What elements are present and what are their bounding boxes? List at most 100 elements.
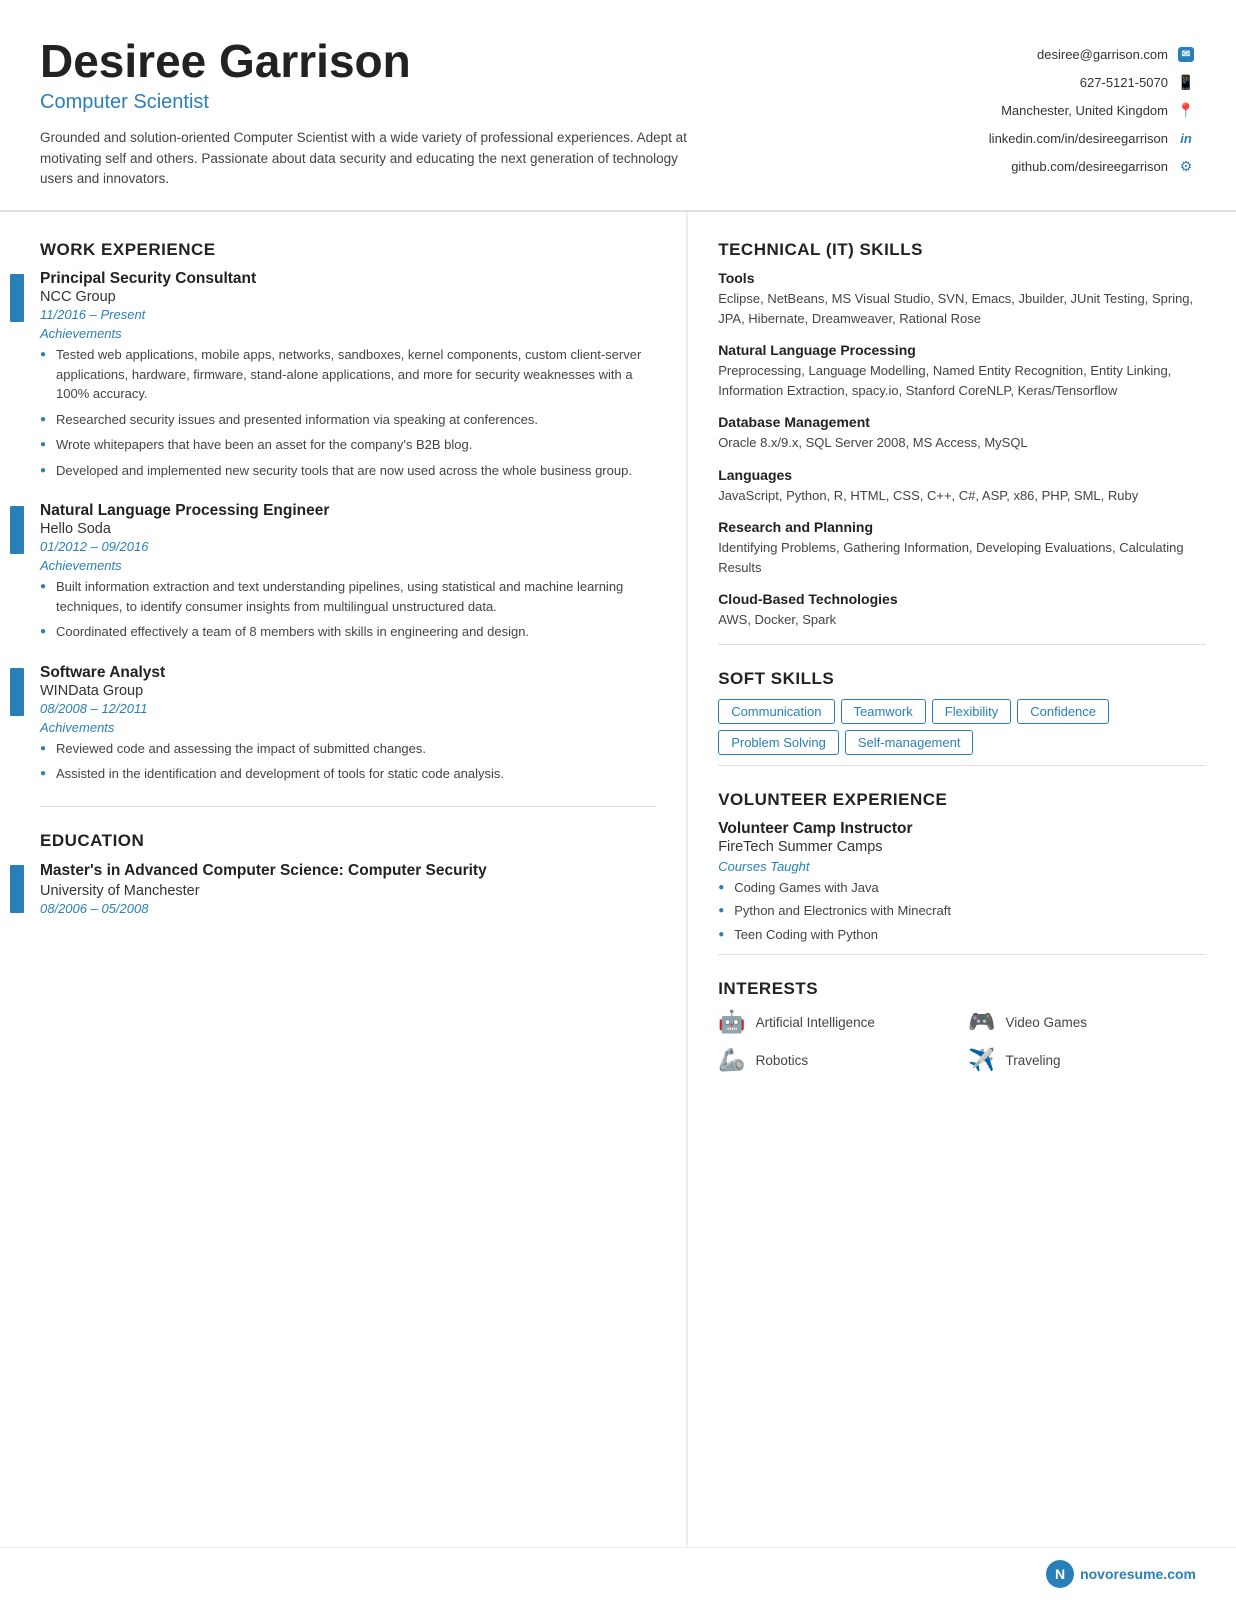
- education-title: EDUCATION: [40, 831, 656, 851]
- job-bullet-1-1: Tested web applications, mobile apps, ne…: [40, 345, 656, 404]
- vol-courses: Coding Games with Java Python and Electr…: [718, 878, 1206, 945]
- vol-course-1: Python and Electronics with Minecraft: [718, 901, 1206, 921]
- skill-nlp-title: Natural Language Processing: [718, 342, 1206, 358]
- job-subtitle-2: Achievements: [40, 558, 656, 573]
- main-content: WORK EXPERIENCE Principal Security Consu…: [0, 212, 1236, 1547]
- header-left: Desiree Garrison Computer Scientist Grou…: [40, 36, 750, 190]
- job-block-3: Software Analyst WINData Group 08/2008 –…: [40, 664, 656, 784]
- skill-lang-title: Languages: [718, 467, 1206, 483]
- vol-course-0: Coding Games with Java: [718, 878, 1206, 898]
- interests-grid: 🤖 Artificial Intelligence 🎮 Video Games …: [718, 1009, 1206, 1073]
- interest-3-label: Traveling: [1006, 1053, 1061, 1068]
- contact-location-value: Manchester, United Kingdom: [1001, 103, 1168, 118]
- vol-org: FireTech Summer Camps: [718, 839, 1206, 855]
- candidate-summary: Grounded and solution-oriented Computer …: [40, 128, 710, 191]
- interest-0: 🤖 Artificial Intelligence: [718, 1009, 956, 1035]
- soft-skills-title: SOFT SKILLS: [718, 669, 1206, 689]
- skill-tools-title: Tools: [718, 270, 1206, 286]
- soft-skills-grid: Communication Teamwork Flexibility Confi…: [718, 699, 1206, 755]
- soft-skill-1: Teamwork: [841, 699, 926, 724]
- contact-email-value: desiree@garrison.com: [1037, 47, 1168, 62]
- technical-skills-title: TECHNICAL (IT) SKILLS: [718, 240, 1206, 260]
- job-bullets-3: Reviewed code and assessing the impact o…: [40, 739, 656, 784]
- volunteer-block: Volunteer Camp Instructor FireTech Summe…: [718, 820, 1206, 945]
- interest-1: 🎮 Video Games: [968, 1009, 1206, 1035]
- interest-0-label: Artificial Intelligence: [756, 1015, 875, 1030]
- job-dates-2: 01/2012 – 09/2016: [40, 539, 656, 554]
- interest-2: 🦾 Robotics: [718, 1047, 956, 1073]
- linkedin-icon: in: [1176, 128, 1196, 148]
- footer-logo-letter: N: [1055, 1566, 1065, 1582]
- footer: N novoresume.com: [0, 1547, 1236, 1600]
- skill-db-title: Database Management: [718, 414, 1206, 430]
- job-subtitle-1: Achievements: [40, 326, 656, 341]
- job-dates-3: 08/2008 – 12/2011: [40, 701, 656, 716]
- divider-vol: [718, 765, 1206, 766]
- job-subtitle-3: Achivements: [40, 720, 656, 735]
- job-bullet-1-3: Wrote whitepapers that have been an asse…: [40, 435, 656, 455]
- candidate-name: Desiree Garrison: [40, 36, 710, 87]
- skill-cloud: Cloud-Based Technologies AWS, Docker, Sp…: [718, 591, 1206, 630]
- header: Desiree Garrison Computer Scientist Grou…: [0, 0, 1236, 212]
- job-block-2: Natural Language Processing Engineer Hel…: [40, 502, 656, 642]
- skill-nlp-text: Preprocessing, Language Modelling, Named…: [718, 361, 1206, 400]
- edu-dates: 08/2006 – 05/2008: [40, 901, 656, 916]
- footer-brand: N novoresume.com: [1046, 1560, 1196, 1588]
- job-company-1: NCC Group: [40, 289, 656, 305]
- divider-edu: [40, 806, 656, 807]
- contact-phone-value: 627-5121-5070: [1080, 75, 1168, 90]
- contact-phone: 627-5121-5070 📱: [1080, 72, 1196, 92]
- edu-school: University of Manchester: [40, 883, 656, 899]
- soft-skill-0: Communication: [718, 699, 834, 724]
- left-column: WORK EXPERIENCE Principal Security Consu…: [0, 212, 688, 1547]
- job-title-1: Principal Security Consultant: [40, 270, 656, 288]
- skill-tools: Tools Eclipse, NetBeans, MS Visual Studi…: [718, 270, 1206, 328]
- resume-page: Desiree Garrison Computer Scientist Grou…: [0, 0, 1236, 1600]
- edu-degree: Master's in Advanced Computer Science: C…: [40, 861, 656, 881]
- soft-skill-4: Problem Solving: [718, 730, 839, 755]
- job-dates-1: 11/2016 – Present: [40, 307, 656, 322]
- interests-title: INTERESTS: [718, 979, 1206, 999]
- contact-github-value: github.com/desireegarrison: [1011, 159, 1168, 174]
- skill-research-title: Research and Planning: [718, 519, 1206, 535]
- volunteer-title: VOLUNTEER EXPERIENCE: [718, 790, 1206, 810]
- contact-linkedin: linkedin.com/in/desireegarrison in: [989, 128, 1196, 148]
- education-block: Master's in Advanced Computer Science: C…: [40, 861, 656, 916]
- vol-subtitle: Courses Taught: [718, 859, 1206, 874]
- github-icon: ⚙: [1176, 156, 1196, 176]
- job-title-2: Natural Language Processing Engineer: [40, 502, 656, 520]
- interest-3: ✈️ Traveling: [968, 1047, 1206, 1073]
- location-icon: 📍: [1176, 100, 1196, 120]
- job-bullets-1: Tested web applications, mobile apps, ne…: [40, 345, 656, 480]
- skill-research: Research and Planning Identifying Proble…: [718, 519, 1206, 577]
- job-bullet-1-2: Researched security issues and presented…: [40, 410, 656, 430]
- contact-linkedin-value: linkedin.com/in/desireegarrison: [989, 131, 1168, 146]
- divider-interests: [718, 954, 1206, 955]
- job-bullet-3-2: Assisted in the identification and devel…: [40, 764, 656, 784]
- right-column: TECHNICAL (IT) SKILLS Tools Eclipse, Net…: [688, 212, 1236, 1547]
- candidate-title: Computer Scientist: [40, 91, 710, 114]
- job-bullet-2-1: Built information extraction and text un…: [40, 577, 656, 616]
- interest-1-label: Video Games: [1006, 1015, 1088, 1030]
- job-bullets-2: Built information extraction and text un…: [40, 577, 656, 642]
- interest-2-label: Robotics: [756, 1053, 809, 1068]
- skill-tools-text: Eclipse, NetBeans, MS Visual Studio, SVN…: [718, 289, 1206, 328]
- skill-lang-text: JavaScript, Python, R, HTML, CSS, C++, C…: [718, 486, 1206, 506]
- job-title-3: Software Analyst: [40, 664, 656, 682]
- phone-icon: 📱: [1176, 72, 1196, 92]
- contact-location: Manchester, United Kingdom 📍: [1001, 100, 1196, 120]
- soft-skill-5: Self-management: [845, 730, 974, 755]
- gaming-icon: 🎮: [968, 1009, 995, 1035]
- contact-email: desiree@garrison.com ✉: [1037, 44, 1196, 64]
- job-company-3: WINData Group: [40, 683, 656, 699]
- soft-skill-2: Flexibility: [932, 699, 1011, 724]
- skill-nlp: Natural Language Processing Preprocessin…: [718, 342, 1206, 400]
- job-bullet-3-1: Reviewed code and assessing the impact o…: [40, 739, 656, 759]
- job-company-2: Hello Soda: [40, 521, 656, 537]
- contact-github: github.com/desireegarrison ⚙: [1011, 156, 1196, 176]
- work-experience-title: WORK EXPERIENCE: [40, 240, 656, 260]
- job-block-1: Principal Security Consultant NCC Group …: [40, 270, 656, 480]
- vol-course-2: Teen Coding with Python: [718, 925, 1206, 945]
- footer-brand-name: novoresume.com: [1080, 1566, 1196, 1582]
- skill-db-text: Oracle 8.x/9.x, SQL Server 2008, MS Acce…: [718, 433, 1206, 453]
